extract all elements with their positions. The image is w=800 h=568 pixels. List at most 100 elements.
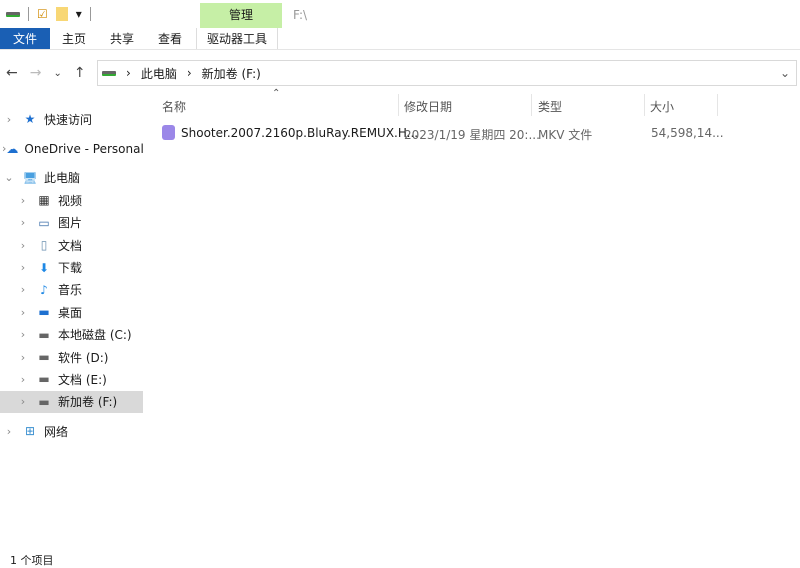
tree-item-label: 文档 (E:) <box>58 372 107 387</box>
file-name: Shooter.2007.2160p.BluRay.REMUX.H... <box>181 126 419 140</box>
chevron-right-icon[interactable]: › <box>2 425 16 438</box>
chevron-right-icon[interactable]: › <box>187 66 192 80</box>
download-icon: ⬇ <box>38 260 50 275</box>
drive-icon[interactable] <box>6 11 20 17</box>
tree-item-label: 下载 <box>58 261 83 276</box>
context-tab-manage: 管理 <box>200 3 282 28</box>
sort-ascending-icon: ⌃ <box>272 88 281 99</box>
computer-icon: 🖥 <box>22 170 38 185</box>
tree-item-label: 文档 <box>58 238 83 253</box>
tab-home[interactable]: 主页 <box>50 28 98 49</box>
file-size: 54,598,14... <box>651 126 724 140</box>
tree-item-label: 软件 (D:) <box>58 350 109 365</box>
chevron-right-icon[interactable]: › <box>16 306 30 319</box>
column-name[interactable]: 名称 <box>162 98 186 115</box>
chevron-down-icon[interactable]: ⌄ <box>780 66 790 80</box>
video-file-icon <box>162 125 175 140</box>
tab-view[interactable]: 查看 <box>146 28 194 49</box>
chevron-right-icon[interactable]: › <box>16 283 30 296</box>
properties-icon[interactable]: ☑ <box>37 7 48 21</box>
tree-item-label: 此电脑 <box>44 171 81 186</box>
quick-access-toolbar: ☑ ▾ <box>6 6 91 22</box>
new-folder-icon[interactable] <box>55 7 68 21</box>
tree-item[interactable]: › ♪ 音乐 <box>0 279 143 301</box>
tree-item[interactable]: ⌄ 🖥 此电脑 <box>0 167 143 189</box>
tree-item[interactable]: › ⊞ 网络 <box>0 420 143 442</box>
desktop-icon: ▬ <box>38 305 50 320</box>
file-type: MKV 文件 <box>538 128 593 142</box>
column-divider[interactable] <box>531 94 532 116</box>
column-size[interactable]: 大小 <box>650 98 674 115</box>
chevron-right-icon[interactable]: › <box>2 113 16 126</box>
file-row[interactable]: Shooter.2007.2160p.BluRay.REMUX.H... 202… <box>160 123 724 143</box>
recent-dropdown[interactable]: ⌄ <box>53 68 61 79</box>
breadcrumb-drive[interactable]: 新加卷 (F:) <box>202 65 261 82</box>
tab-drive-tools[interactable]: 驱动器工具 <box>196 28 279 49</box>
customize-dropdown[interactable]: ▾ <box>76 7 82 21</box>
status-item-count: 1 个项目 <box>10 554 54 567</box>
address-bar[interactable]: › 此电脑 › 新加卷 (F:) ⌄ <box>97 60 797 86</box>
tree-item-label: 视频 <box>58 193 83 208</box>
tree-item-label: 新加卷 (F:) <box>58 395 118 410</box>
chevron-right-icon[interactable]: › <box>16 216 30 229</box>
tree-item-label: OneDrive - Personal <box>24 141 143 156</box>
tree-item[interactable]: › ▬ 新加卷 (F:) <box>0 390 143 414</box>
separator <box>89 7 91 21</box>
network-icon: ⊞ <box>24 424 36 439</box>
drive-icon <box>102 70 116 76</box>
chevron-right-icon[interactable]: › <box>16 328 30 341</box>
breadcrumb-this-pc[interactable]: 此电脑 <box>141 65 177 82</box>
tree-item-label: 音乐 <box>58 283 83 298</box>
chevron-right-icon[interactable]: › <box>16 351 30 364</box>
up-button[interactable]: ↑ <box>74 65 86 81</box>
ribbon-tabs: 文件 主页 共享 查看 驱动器工具 <box>0 28 800 50</box>
tree-item-label: 桌面 <box>58 305 83 320</box>
tree-item[interactable]: › ★ 快速访问 <box>0 108 143 130</box>
window-title: F:\ <box>293 8 308 22</box>
tab-share[interactable]: 共享 <box>98 28 146 49</box>
tree-item[interactable]: › ⬇ 下载 <box>0 256 143 278</box>
star-icon: ★ <box>24 112 36 127</box>
column-headers: ⌃ 名称 修改日期 类型 大小 <box>150 88 720 116</box>
document-icon: ▯ <box>40 238 48 253</box>
tree-item[interactable]: › ▬ 文档 (E:) <box>0 368 143 390</box>
music-icon: ♪ <box>40 282 48 297</box>
column-divider[interactable] <box>398 94 399 116</box>
tab-file[interactable]: 文件 <box>0 28 50 49</box>
separator <box>28 7 29 21</box>
chevron-right-icon[interactable]: › <box>16 395 30 408</box>
navigation-pane: › ★ 快速访问 › ☁ OneDrive - Personal ⌄ 🖥 此电脑 › ▦ 视频 › ▭ 图片… <box>0 108 143 442</box>
chevron-down-icon[interactable]: ⌄ <box>2 171 16 184</box>
chevron-right-icon[interactable]: › <box>16 373 30 386</box>
tree-item[interactable]: › ▬ 本地磁盘 (C:) <box>0 324 143 346</box>
column-type[interactable]: 类型 <box>538 98 562 115</box>
drive-icon: ▬ <box>38 394 50 409</box>
chevron-right-icon[interactable]: › <box>126 66 131 80</box>
tree-item-label: 图片 <box>58 216 83 231</box>
column-divider[interactable] <box>644 94 645 116</box>
picture-icon: ▭ <box>38 215 50 230</box>
drive-icon: ▬ <box>38 372 50 387</box>
chevron-right-icon[interactable]: › <box>16 261 30 274</box>
tree-item[interactable]: › ☁ OneDrive - Personal <box>0 137 143 159</box>
tree-item-label: 快速访问 <box>44 112 93 127</box>
chevron-right-icon[interactable]: › <box>16 239 30 252</box>
tree-item[interactable]: › ▬ 桌面 <box>0 301 143 323</box>
drive-icon: ▬ <box>38 350 50 365</box>
nav-buttons: ← → ⌄ ↑ <box>6 60 86 86</box>
tree-item-label: 本地磁盘 (C:) <box>58 328 132 343</box>
column-divider[interactable] <box>717 94 718 116</box>
tree-item[interactable]: › ▬ 软件 (D:) <box>0 346 143 368</box>
back-button[interactable]: ← <box>6 65 18 81</box>
video-icon: ▦ <box>38 193 50 208</box>
file-date: 2023/1/19 星期四 20:... <box>404 128 540 142</box>
tree-item-label: 网络 <box>44 424 69 439</box>
forward-button[interactable]: → <box>30 65 42 81</box>
tree-item[interactable]: › ▯ 文档 <box>0 234 143 256</box>
column-date[interactable]: 修改日期 <box>404 98 452 115</box>
cloud-icon: ☁ <box>6 141 19 156</box>
tree-item[interactable]: › ▭ 图片 <box>0 212 143 234</box>
drive-icon: ▬ <box>38 327 50 342</box>
chevron-right-icon[interactable]: › <box>16 194 30 207</box>
tree-item[interactable]: › ▦ 视频 <box>0 189 143 211</box>
